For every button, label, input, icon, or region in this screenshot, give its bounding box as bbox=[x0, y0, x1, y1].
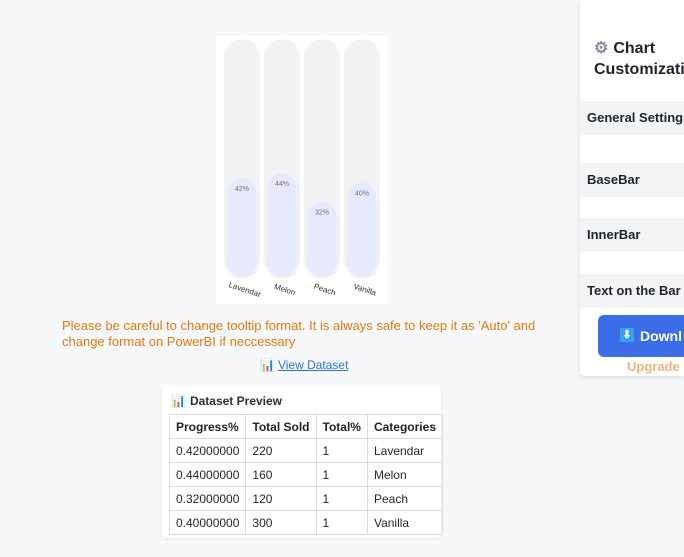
bar-chart-icon: 📊 bbox=[171, 394, 186, 408]
section-text-on-bar[interactable]: Text on the Bar bbox=[580, 274, 684, 308]
upgrade-link[interactable]: Upgrade bbox=[627, 359, 680, 374]
section-general-setting[interactable]: General Setting bbox=[580, 101, 684, 135]
table-row: 0.32000000 120 1 Peach bbox=[168, 486, 444, 511]
bar-value-label: 44% bbox=[275, 181, 289, 188]
download-arrow-icon: ⬇ bbox=[620, 328, 634, 342]
view-dataset-label: View Dataset bbox=[277, 358, 349, 372]
category-label: Lavendar bbox=[228, 280, 263, 299]
table-cell: 1 bbox=[315, 510, 368, 535]
panel-title: ⚙ Chart Customizati bbox=[594, 38, 684, 80]
category-label: Peach bbox=[313, 282, 337, 298]
table-cell: 160 bbox=[245, 462, 317, 487]
download-label: Downl bbox=[640, 328, 682, 344]
section-innerbar[interactable]: InnerBar bbox=[580, 218, 684, 252]
column-header: Total% bbox=[315, 414, 368, 439]
panel-title-line1: Chart bbox=[613, 40, 656, 57]
panel-title-line2: Customizati bbox=[594, 61, 684, 78]
table-cell: Vanilla bbox=[366, 510, 444, 535]
table-header-row: Progress% Total Sold Total% Categories bbox=[168, 414, 444, 439]
table-cell: 0.32000000 bbox=[168, 486, 247, 511]
progress-bar-chart: 42% Lavendar 44% Melon 32% Peach 40% Vanilla bbox=[224, 39, 380, 299]
table-cell: 220 bbox=[245, 438, 317, 463]
dataset-preview-title: 📊 Dataset Preview bbox=[171, 394, 282, 408]
table-cell: 0.44000000 bbox=[168, 462, 247, 487]
table-row: 0.42000000 220 1 Lavendar bbox=[168, 438, 444, 463]
chart-card: 42% Lavendar 44% Melon 32% Peach 40% Vanilla bbox=[216, 36, 387, 304]
table-row: 0.44000000 160 1 Melon bbox=[168, 462, 444, 487]
category-label: Melon bbox=[273, 282, 297, 297]
dataset-table: Progress% Total Sold Total% Categories 0… bbox=[168, 414, 444, 535]
section-basebar[interactable]: BaseBar bbox=[580, 163, 684, 197]
table-cell: 120 bbox=[245, 486, 317, 511]
dataset-preview-card: 📊 Dataset Preview Progress% Total Sold To… bbox=[162, 386, 444, 538]
view-dataset-link[interactable]: 📊 View Dataset bbox=[260, 358, 348, 372]
table-cell: 1 bbox=[315, 462, 368, 487]
table-cell: 0.40000000 bbox=[168, 510, 247, 535]
gear-icon: ⚙ bbox=[594, 40, 609, 57]
table-cell: 1 bbox=[315, 486, 368, 511]
table-cell: Melon bbox=[366, 462, 444, 487]
chart-customization-panel: ⚙ Chart Customizati General Setting BaseB… bbox=[580, 0, 684, 376]
table-cell: 0.42000000 bbox=[168, 438, 247, 463]
download-button[interactable]: ⬇ Downl bbox=[598, 315, 684, 357]
category-label: Vanilla bbox=[352, 282, 378, 298]
tooltip-format-warning: Please be careful to change tooltip form… bbox=[62, 318, 536, 349]
table-cell: 1 bbox=[315, 438, 368, 463]
table-row: 0.40000000 300 1 Vanilla bbox=[168, 510, 444, 535]
inner-bar bbox=[266, 172, 298, 278]
column-header: Progress% bbox=[168, 414, 247, 439]
table-cell: 300 bbox=[245, 510, 317, 535]
bar-value-label: 32% bbox=[315, 209, 329, 216]
bar-chart-icon: 📊 bbox=[260, 358, 275, 372]
table-cell: Lavendar bbox=[366, 438, 444, 463]
table-cell: Peach bbox=[366, 486, 444, 511]
column-header: Total Sold bbox=[245, 414, 317, 439]
dataset-preview-title-text: Dataset Preview bbox=[189, 394, 283, 408]
bar-value-label: 40% bbox=[355, 191, 369, 198]
column-header: Categories bbox=[366, 414, 444, 439]
bar-value-label: 42% bbox=[235, 186, 249, 193]
